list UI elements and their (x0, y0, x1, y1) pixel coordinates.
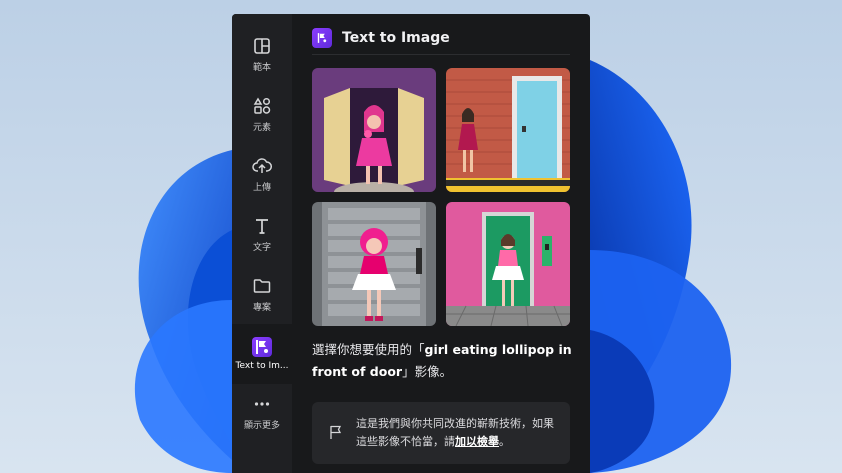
template-icon (254, 37, 270, 54)
more-icon (254, 401, 270, 406)
generated-image-3[interactable] (312, 202, 436, 326)
rail-label-more: 顯示更多 (243, 420, 280, 431)
rail-label-elements: 元素 (252, 122, 271, 133)
elements-icon (253, 97, 271, 114)
editor-side-panel: 範本 元素 上傳 文字 專案 Text to Im... 顯示更多 Text t… (232, 14, 590, 473)
rail-item-more[interactable]: 顯示更多 (232, 382, 292, 442)
text-to-image-app-icon (252, 337, 272, 357)
generated-image-4[interactable] (446, 202, 570, 326)
folder-icon (253, 278, 271, 293)
flag-icon (330, 425, 342, 439)
text-to-image-app-icon (312, 28, 332, 48)
notice-end: 。 (499, 435, 510, 448)
upload-icon (252, 157, 272, 173)
rail-label-templates: 範本 (252, 62, 271, 73)
generated-image-1[interactable] (312, 68, 436, 192)
caption-prefix: 選擇你想要使用的「 (312, 342, 425, 357)
text-icon (256, 218, 268, 234)
caption-suffix: 」影像。 (402, 364, 453, 379)
rail-item-elements[interactable]: 元素 (232, 84, 292, 144)
prompt-caption: 選擇你想要使用的「girl eating lollipop in front o… (312, 339, 574, 383)
report-link[interactable]: 加以檢舉 (455, 435, 499, 448)
panel-title: Text to Image (342, 30, 450, 46)
rail-item-uploads[interactable]: 上傳 (232, 144, 292, 204)
rail-item-text-to-image[interactable]: Text to Im... (232, 324, 292, 384)
rail-item-projects[interactable]: 專案 (232, 264, 292, 324)
feedback-notice: 這是我們與你共同改進的嶄新技術，如果這些影像不恰當，請加以檢舉。 (312, 402, 570, 464)
rail-item-text[interactable]: 文字 (232, 204, 292, 264)
rail-label-projects: 專案 (252, 302, 271, 313)
rail-item-templates[interactable]: 範本 (232, 24, 292, 84)
rail-label-text: 文字 (252, 242, 271, 253)
rail-label-text-to-image: Text to Im... (235, 361, 289, 371)
text-to-image-panel: Text to Image 選擇你想要使用的「girl eating lolli… (292, 14, 590, 473)
notice-text: 這是我們與你共同改進的嶄新技術，如果這些影像不恰當，請加以檢舉。 (356, 415, 562, 451)
generated-image-2[interactable] (446, 68, 570, 192)
panel-header: Text to Image (312, 22, 570, 55)
side-rail: 範本 元素 上傳 文字 專案 Text to Im... 顯示更多 (232, 14, 292, 473)
rail-label-uploads: 上傳 (252, 182, 271, 193)
